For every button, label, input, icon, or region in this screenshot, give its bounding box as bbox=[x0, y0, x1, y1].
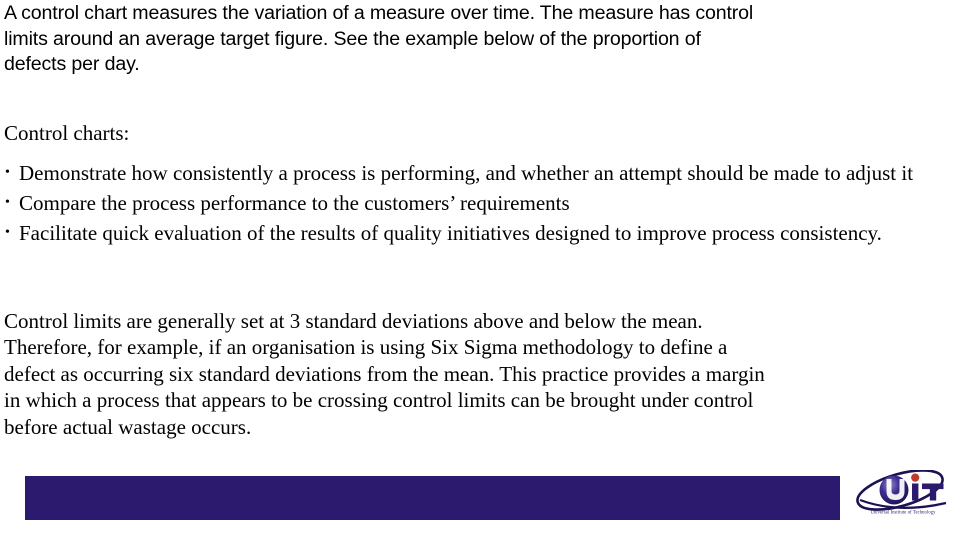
logo-tagline: Universal Institute of Technology bbox=[870, 509, 936, 515]
list-item-text: Compare the process performance to the c… bbox=[19, 191, 570, 215]
closing-line-4: in which a process that appears to be cr… bbox=[4, 388, 754, 413]
intro-line-2: limits around an average target figure. … bbox=[4, 27, 701, 50]
bullet-list: • Demonstrate how consistently a process… bbox=[4, 158, 956, 248]
lead-in-text: Control charts: bbox=[4, 121, 130, 145]
list-item-text: Demonstrate how consistently a process i… bbox=[19, 161, 914, 185]
list-item: • Compare the process performance to the… bbox=[4, 188, 956, 218]
list-item: • Demonstrate how consistently a process… bbox=[4, 158, 956, 188]
slide-canvas: A control chart measures the variation o… bbox=[0, 0, 960, 540]
list-item: • Facilitate quick evaluation of the res… bbox=[4, 218, 956, 248]
body-block: Control charts: • Demonstrate how consis… bbox=[4, 120, 956, 248]
closing-line-3: defect as occurring six standard deviati… bbox=[4, 361, 765, 386]
footer-bar bbox=[25, 476, 840, 520]
list-item-text: Facilitate quick evaluation of the resul… bbox=[19, 221, 882, 245]
bullet-icon: • bbox=[5, 195, 10, 210]
closing-line-2: Therefore, for example, if an organisati… bbox=[4, 335, 728, 360]
intro-paragraph: A control chart measures the variation o… bbox=[4, 1, 956, 78]
closing-line-5: before actual wastage occurs. bbox=[4, 414, 252, 439]
bullet-icon: • bbox=[5, 165, 10, 180]
closing-paragraph: Control limits are generally set at 3 st… bbox=[4, 308, 956, 440]
logo-mark-icon bbox=[856, 470, 947, 511]
intro-line-3: defects per day. bbox=[4, 53, 140, 75]
bullet-icon: • bbox=[5, 225, 10, 240]
closing-line-1: Control limits are generally set at 3 st… bbox=[4, 309, 703, 333]
intro-line-1: A control chart measures the variation o… bbox=[4, 2, 754, 24]
brand-logo: Universal Institute of Technology bbox=[850, 470, 956, 525]
